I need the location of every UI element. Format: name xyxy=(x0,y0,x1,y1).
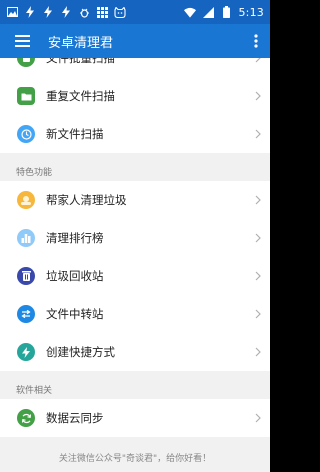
folder-icon xyxy=(17,87,35,105)
list-item-help-family-clean[interactable]: 帮家人清理垃圾 xyxy=(0,181,270,219)
features-card: 帮家人清理垃圾 清理排行榜 垃圾回收站 文件中转站 创建快捷方式 xyxy=(0,181,270,371)
list-item-label: 帮家人清理垃圾 xyxy=(46,193,127,207)
list-item-label: 文件批量扫描 xyxy=(46,58,115,65)
notification-icons xyxy=(6,6,184,18)
footer-promo-text: 关注微信公众号"奇谈君"，给你好看！ xyxy=(0,437,270,472)
family-icon xyxy=(17,191,35,209)
list-item-recycle-bin[interactable]: 垃圾回收站 xyxy=(0,257,270,295)
apps-grid-icon xyxy=(96,6,108,18)
app-screen: 5:13 安卓清理君 文件批量扫描 重复文件扫描 新文件扫描 特色功能 帮家人清… xyxy=(0,0,270,472)
settings-list[interactable]: 文件批量扫描 重复文件扫描 新文件扫描 特色功能 帮家人清理垃圾 清理排行榜 垃… xyxy=(0,58,270,472)
list-item-label: 文件中转站 xyxy=(46,307,104,321)
section-header-software: 软件相关 xyxy=(0,379,270,399)
app-bar: 安卓清理君 xyxy=(0,24,270,58)
lightning-icon xyxy=(17,343,35,361)
file-scan-icon xyxy=(17,58,35,67)
list-item-batch-scan[interactable]: 文件批量扫描 xyxy=(0,58,270,77)
list-item-label: 创建快捷方式 xyxy=(46,345,115,359)
cat-face-icon xyxy=(114,6,126,18)
list-item-label: 重复文件扫描 xyxy=(46,89,115,103)
menu-button[interactable] xyxy=(0,24,44,58)
list-item-clean-ranking[interactable]: 清理排行榜 xyxy=(0,219,270,257)
flash-icon xyxy=(24,6,36,18)
section-header-features: 特色功能 xyxy=(0,161,270,181)
list-item-duplicate-scan[interactable]: 重复文件扫描 xyxy=(0,77,270,115)
ranking-icon xyxy=(17,229,35,247)
clock-icon xyxy=(17,125,35,143)
list-item-label: 清理排行榜 xyxy=(46,231,104,245)
image-icon xyxy=(6,6,18,18)
bug-icon xyxy=(78,6,90,18)
chevron-right-icon xyxy=(246,309,270,319)
chevron-right-icon xyxy=(246,271,270,281)
signal-icon xyxy=(202,6,214,18)
chevron-right-icon xyxy=(246,413,270,423)
flash-icon xyxy=(60,6,72,18)
more-vert-icon xyxy=(254,34,258,48)
system-icons: 5:13 xyxy=(184,6,264,19)
list-item-create-shortcut[interactable]: 创建快捷方式 xyxy=(0,333,270,371)
sync-icon xyxy=(17,409,35,427)
list-item-file-transfer[interactable]: 文件中转站 xyxy=(0,295,270,333)
wifi-icon xyxy=(184,6,197,18)
battery-icon xyxy=(220,6,232,18)
chevron-right-icon xyxy=(246,347,270,357)
chevron-right-icon xyxy=(246,129,270,139)
chevron-right-icon xyxy=(246,91,270,101)
transfer-icon xyxy=(17,305,35,323)
section-gap xyxy=(0,153,270,161)
recycle-bin-icon xyxy=(17,267,35,285)
list-item-label: 新文件扫描 xyxy=(46,127,104,141)
app-title: 安卓清理君 xyxy=(48,35,114,51)
hamburger-menu-icon xyxy=(14,35,30,47)
overflow-menu-button[interactable] xyxy=(242,24,270,58)
list-item-label: 垃圾回收站 xyxy=(46,269,104,283)
status-bar: 5:13 xyxy=(0,0,270,24)
clock-time: 5:13 xyxy=(238,5,264,19)
list-item-cloud-sync[interactable]: 数据云同步 xyxy=(0,399,270,437)
list-item-new-file-scan[interactable]: 新文件扫描 xyxy=(0,115,270,153)
chevron-right-icon xyxy=(246,58,270,63)
chevron-right-icon xyxy=(246,233,270,243)
flash-icon xyxy=(42,6,54,18)
software-card: 数据云同步 xyxy=(0,399,270,437)
chevron-right-icon xyxy=(246,195,270,205)
section-gap xyxy=(0,371,270,379)
list-item-label: 数据云同步 xyxy=(46,411,104,425)
scan-tools-card: 文件批量扫描 重复文件扫描 新文件扫描 xyxy=(0,58,270,153)
